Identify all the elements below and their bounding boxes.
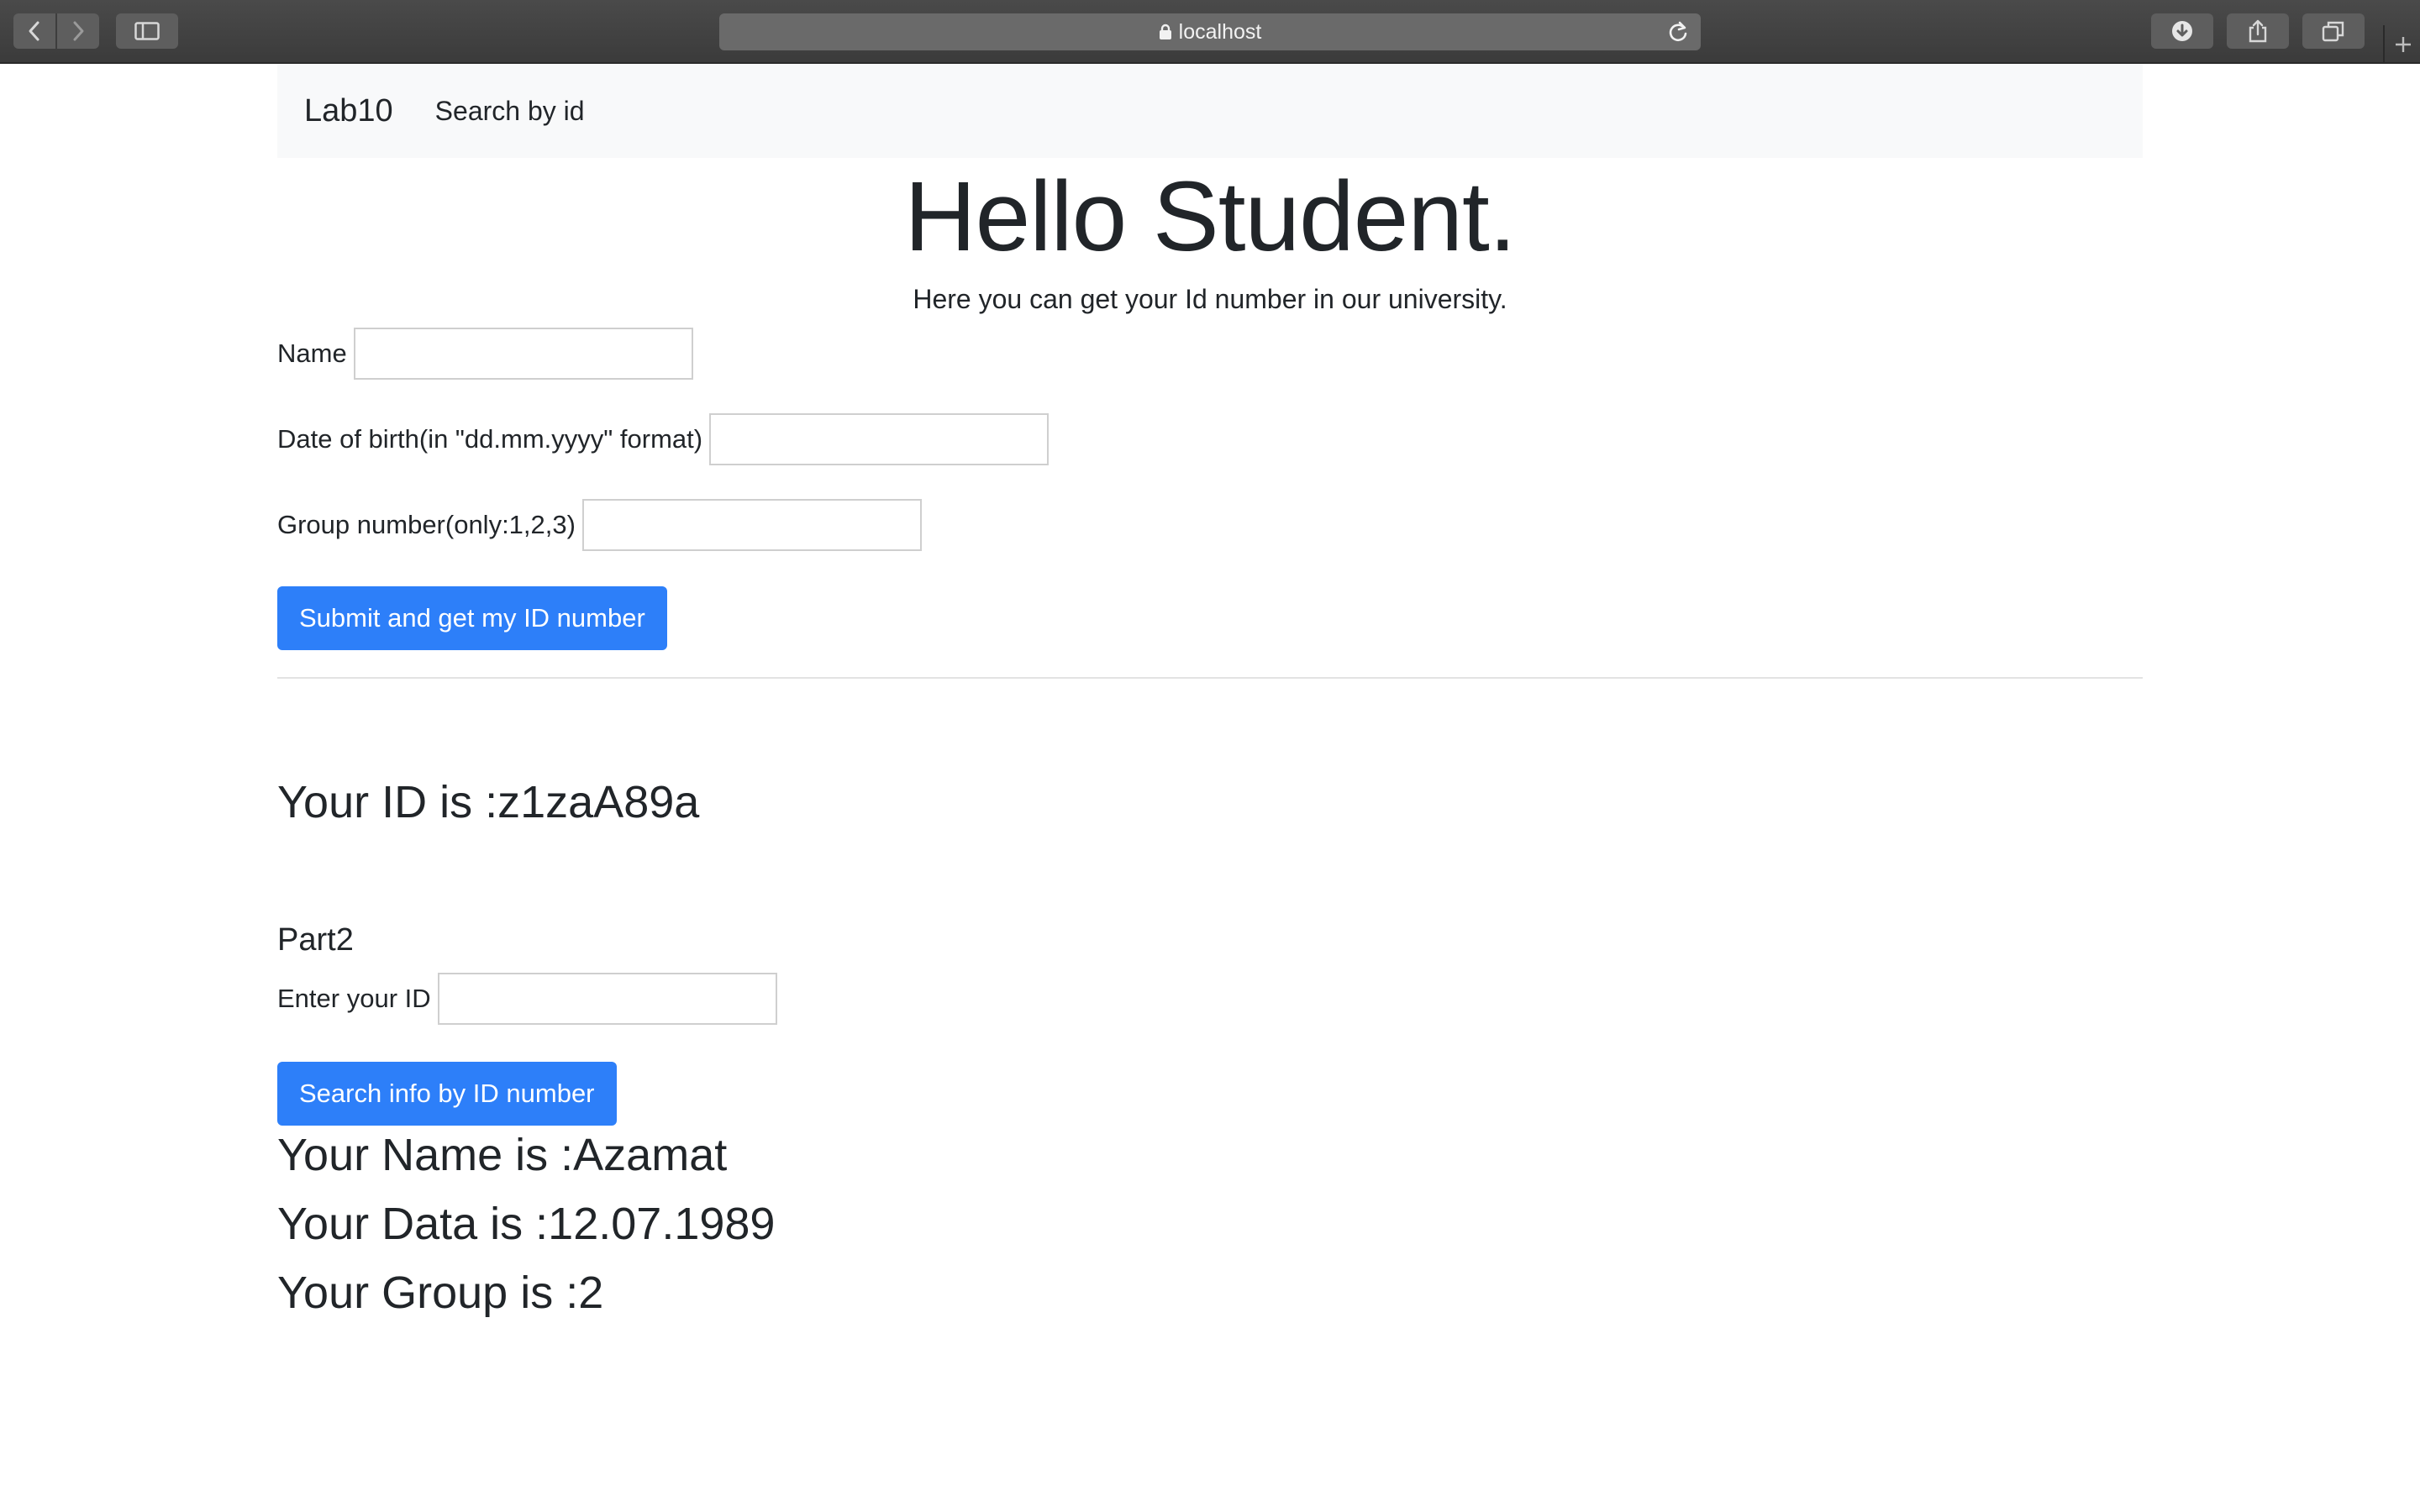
dob-label: Date of birth(in "dd.mm.yyyy" format) — [277, 424, 703, 454]
group-row: Group number(only:1,2,3) — [277, 499, 922, 551]
share-button[interactable] — [2227, 13, 2289, 49]
lock-icon — [1159, 24, 1172, 40]
name-label: Name — [277, 339, 347, 368]
downloads-button[interactable] — [2151, 13, 2213, 49]
id-input[interactable] — [437, 973, 777, 1025]
id-result: Your ID is :z1zaA89a — [277, 777, 700, 827]
dob-input[interactable] — [709, 413, 1050, 465]
group-result: Your Group is :2 — [277, 1268, 604, 1318]
download-icon — [2172, 21, 2192, 41]
divider — [277, 677, 2143, 679]
group-label: Group number(only:1,2,3) — [277, 510, 576, 539]
search-button[interactable]: Search info by ID number — [277, 1062, 617, 1126]
submit-button[interactable]: Submit and get my ID number — [277, 586, 667, 650]
navbar-brand[interactable]: Lab10 — [304, 93, 393, 129]
tab-overview-button[interactable] — [2302, 13, 2365, 49]
page-subtitle: Here you can get your Id number in our u… — [913, 284, 1507, 314]
nav-link-search-by-id[interactable]: Search by id — [435, 96, 585, 127]
back-button[interactable] — [13, 13, 55, 49]
navbar: Lab10 Search by id — [277, 64, 2143, 158]
address-text: localhost — [1178, 19, 1262, 44]
tabs-icon — [2322, 21, 2344, 42]
dob-row: Date of birth(in "dd.mm.yyyy" format) — [277, 413, 1050, 465]
enter-id-row: Enter your ID — [277, 973, 777, 1025]
chevron-left-icon — [29, 21, 39, 41]
plus-icon — [2396, 37, 2411, 52]
page-title: Hello Student. — [904, 161, 1516, 272]
forward-button[interactable] — [55, 13, 99, 49]
chevron-right-icon — [73, 21, 84, 41]
navigation-buttons — [13, 13, 99, 49]
sidebar-icon — [134, 22, 160, 40]
share-icon — [2249, 19, 2267, 43]
date-result: Your Data is :12.07.1989 — [277, 1199, 776, 1249]
new-tab-button[interactable] — [2383, 25, 2420, 64]
name-result: Your Name is :Azamat — [277, 1130, 728, 1180]
sidebar-toggle-button[interactable] — [116, 13, 178, 49]
reload-icon[interactable] — [1667, 20, 1689, 44]
address-bar[interactable]: localhost — [719, 13, 1701, 50]
browser-toolbar: localhost — [0, 0, 2420, 64]
group-input[interactable] — [581, 499, 922, 551]
name-row: Name — [277, 328, 693, 380]
enter-id-label: Enter your ID — [277, 984, 431, 1013]
part2-title: Part2 — [277, 922, 354, 958]
name-input[interactable] — [353, 328, 693, 380]
